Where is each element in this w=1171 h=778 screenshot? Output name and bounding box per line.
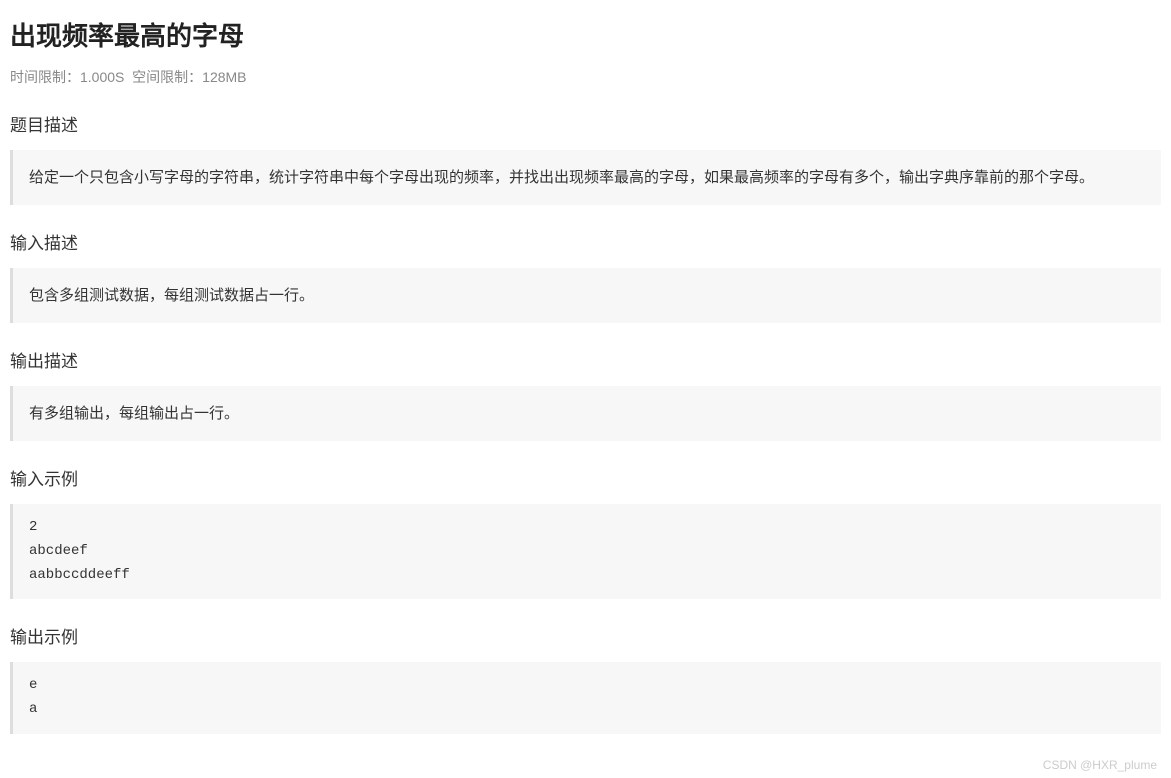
input-sample-heading: 输入示例 bbox=[10, 465, 1161, 490]
space-limit-label: 空间限制： bbox=[132, 69, 202, 85]
output-sample-heading: 输出示例 bbox=[10, 623, 1161, 648]
time-limit-value: 1.000S bbox=[80, 69, 124, 85]
output-sample-content: e a bbox=[10, 662, 1161, 734]
watermark: CSDN @HXR_plume bbox=[1043, 758, 1157, 772]
space-limit-value: 128MB bbox=[202, 69, 246, 85]
time-limit-label: 时间限制： bbox=[10, 69, 80, 85]
limits-row: 时间限制：1.000S 空间限制：128MB bbox=[10, 67, 1161, 87]
page-title: 出现频率最高的字母 bbox=[10, 16, 1161, 53]
problem-description-heading: 题目描述 bbox=[10, 111, 1161, 136]
input-description-heading: 输入描述 bbox=[10, 229, 1161, 254]
output-description-heading: 输出描述 bbox=[10, 347, 1161, 372]
output-description-content: 有多组输出，每组输出占一行。 bbox=[10, 386, 1161, 441]
input-description-content: 包含多组测试数据，每组测试数据占一行。 bbox=[10, 268, 1161, 323]
input-sample-content: 2 abcdeef aabbccddeeff bbox=[10, 504, 1161, 599]
problem-description-content: 给定一个只包含小写字母的字符串，统计字符串中每个字母出现的频率，并找出出现频率最… bbox=[10, 150, 1161, 205]
